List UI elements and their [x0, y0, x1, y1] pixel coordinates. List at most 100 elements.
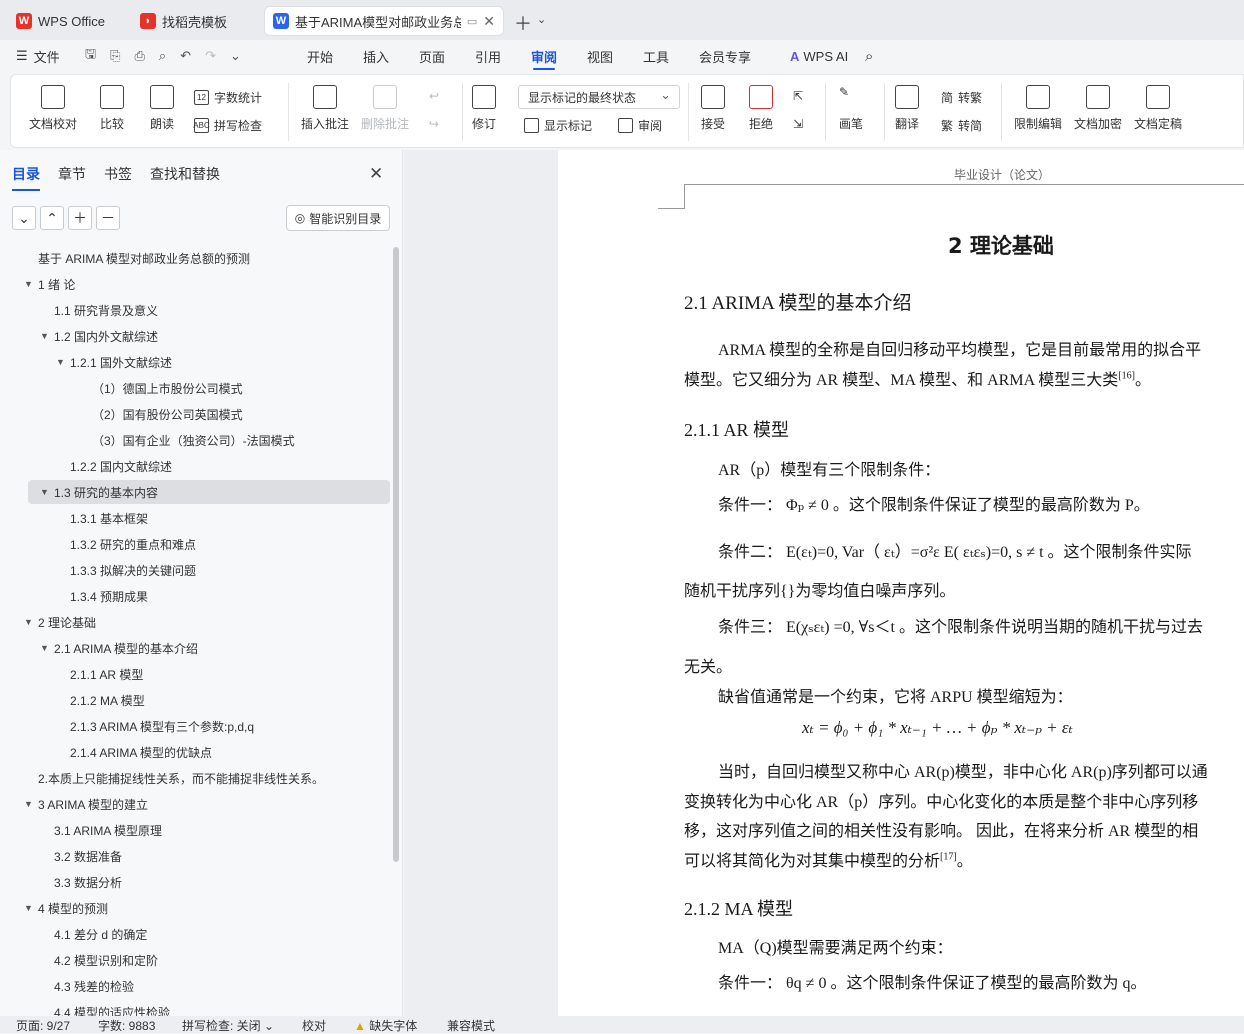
menu-tools[interactable]: 工具	[643, 40, 669, 72]
toc-item[interactable]: 1.3.1 基本框架	[0, 506, 390, 530]
toc-item[interactable]: 2.1.2 MA 模型	[0, 688, 390, 712]
toc-item[interactable]: 3.2 数据准备	[0, 844, 390, 868]
toc-item[interactable]: 1.3.3 拟解决的关键问题	[0, 558, 390, 582]
toc-item[interactable]: 4.3 残差的检验	[0, 974, 390, 998]
prev-change-icon[interactable]: ⇱	[793, 89, 803, 103]
toc-item[interactable]: ▼ 1 绪 论	[0, 272, 390, 296]
toc-expand-icon[interactable]: ▼	[40, 331, 49, 341]
page-indicator[interactable]: 页面: 9/27	[16, 1017, 70, 1034]
toc-item[interactable]: 1.1 研究背景及意义	[0, 298, 390, 322]
toc-item[interactable]: ▼ 4 模型的预测	[0, 896, 390, 920]
show-markup-button[interactable]: 显示标记	[524, 117, 592, 134]
next-comment-icon[interactable]: ↪	[429, 117, 439, 131]
spell-check-status[interactable]: 拼写检查: 关闭 ⌄	[182, 1017, 274, 1034]
spell-check-button[interactable]: ABC 拼写检查	[193, 117, 262, 134]
toc-item[interactable]: 2.1.3 ARIMA 模型有三个参数:p,d,q	[0, 714, 390, 738]
menu-view[interactable]: 视图	[587, 40, 613, 72]
citation[interactable]: [17]	[940, 852, 957, 863]
menu-member[interactable]: 会员专享	[699, 40, 751, 72]
expand-up-button[interactable]: ⌃	[40, 206, 64, 230]
save-icon[interactable]: 🖫	[85, 45, 96, 67]
toc-item[interactable]: 2.本质上只能捕捉线性关系，而不能捕捉非线性关系。	[0, 766, 390, 790]
translate-button[interactable]: 翻译	[895, 85, 919, 132]
wps-ai-button[interactable]: A WPS AI	[790, 40, 848, 72]
toc-scrollbar[interactable]	[393, 247, 399, 862]
redo-icon[interactable]: ↷	[205, 48, 216, 64]
document-page[interactable]: 毕业设计（论文） 2 理论基础 2.1 ARIMA 模型的基本介绍 ARMA 模…	[558, 150, 1244, 1016]
tab-document[interactable]: W 基于ARIMA模型对邮政业务总 ▭ ✕	[264, 6, 504, 36]
restrict-edit-button[interactable]: 限制编辑	[1014, 85, 1062, 132]
menu-insert[interactable]: 插入	[363, 40, 389, 72]
toc-item[interactable]: ▼ 1.2 国内外文献综述	[0, 324, 390, 348]
toc-expand-icon[interactable]: ▼	[24, 903, 33, 913]
close-icon[interactable]: ✕	[369, 164, 383, 184]
word-count-button[interactable]: 12 字数统计	[194, 89, 262, 106]
tab-template[interactable]: ◗ 找稻壳模板	[132, 6, 256, 36]
delete-comment-button[interactable]: 删除批注	[361, 85, 409, 132]
review-pane-button[interactable]: 审阅	[618, 117, 662, 134]
toc-expand-icon[interactable]: ▼	[24, 279, 33, 289]
toc-expand-icon[interactable]: ▼	[40, 643, 49, 653]
menu-start[interactable]: 开始	[307, 40, 333, 72]
collapse-all-button[interactable]: ⌄	[12, 206, 36, 230]
insert-comment-button[interactable]: 插入批注	[301, 85, 349, 132]
toc-item[interactable]: ▼ 1.2.1 国外文献综述	[0, 350, 390, 374]
toc-item[interactable]: 2.1.4 ARIMA 模型的优缺点	[0, 740, 390, 764]
tab-find-replace[interactable]: 查找和替换	[150, 164, 220, 184]
prev-comment-icon[interactable]: ↩	[429, 89, 439, 103]
toc-item[interactable]: ▼ 2 理论基础	[0, 610, 390, 634]
read-aloud-button[interactable]: 朗读	[150, 85, 174, 132]
toc-item[interactable]: ▼ 1.3 研究的基本内容	[28, 480, 390, 504]
undo-icon[interactable]: ↶	[180, 48, 191, 64]
toc-item[interactable]: 4.1 差分 d 的确定	[0, 922, 390, 946]
chevron-down-icon[interactable]: ⌄	[230, 48, 241, 64]
toc-expand-icon[interactable]: ▼	[24, 617, 33, 627]
toc-item[interactable]: （3）国有企业（独资公司）-法国模式	[0, 428, 390, 452]
toc-expand-icon[interactable]: ▼	[40, 487, 49, 497]
smart-toc-button[interactable]: ◎ 智能识别目录	[286, 205, 390, 231]
print-preview-icon[interactable]: ⌕	[159, 48, 166, 64]
toc-item[interactable]: 1.3.4 预期成果	[0, 584, 390, 608]
accept-button[interactable]: 接受	[701, 85, 725, 132]
tab-toc[interactable]: 目录	[12, 164, 40, 191]
menu-reference[interactable]: 引用	[475, 40, 501, 72]
proofread-status[interactable]: 校对	[302, 1017, 326, 1034]
toc-item[interactable]: ▼ 2.1 ARIMA 模型的基本介绍	[0, 636, 390, 660]
toc-item[interactable]: （1）德国上市股份公司模式	[0, 376, 390, 400]
to-traditional-button[interactable]: 简转繁	[941, 89, 982, 106]
missing-font-status[interactable]: ▲ 缺失字体	[354, 1017, 417, 1034]
finalize-button[interactable]: 文档定稿	[1134, 85, 1182, 132]
reject-button[interactable]: 拒绝	[749, 85, 773, 132]
proofread-button[interactable]: 文档校对	[29, 85, 77, 132]
track-changes-button[interactable]: 修订	[472, 85, 496, 132]
search-icon[interactable]: ⌕	[865, 40, 873, 72]
tab-wps-home[interactable]: W WPS Office	[8, 6, 124, 36]
toc-item[interactable]: 3.1 ARIMA 模型原理	[0, 818, 390, 842]
add-heading-button[interactable]: ＋	[68, 206, 92, 230]
toc-item[interactable]: 4.2 模型识别和定阶	[0, 948, 390, 972]
toc-item[interactable]: ▼ 3 ARIMA 模型的建立	[0, 792, 390, 816]
toc-expand-icon[interactable]: ▼	[24, 799, 33, 809]
toc-item[interactable]: 基于 ARIMA 模型对邮政业务总额的预测	[0, 246, 390, 270]
toc-item[interactable]: 1.2.2 国内文献综述	[0, 454, 390, 478]
next-change-icon[interactable]: ⇲	[793, 117, 803, 131]
word-count-indicator[interactable]: 字数: 9883	[98, 1017, 155, 1034]
menu-page[interactable]: 页面	[419, 40, 445, 72]
to-simplified-button[interactable]: 繁转简	[941, 117, 982, 134]
export-icon[interactable]: ⎘	[110, 48, 120, 64]
encrypt-button[interactable]: 文档加密	[1074, 85, 1122, 132]
toc-item[interactable]: 3.3 数据分析	[0, 870, 390, 894]
toc-item[interactable]: 1.3.2 研究的重点和难点	[0, 532, 390, 556]
toc-item[interactable]: 2.1.1 AR 模型	[0, 662, 390, 686]
citation[interactable]: [16]	[1118, 371, 1135, 382]
toc-expand-icon[interactable]: ▼	[56, 357, 65, 367]
tab-sections[interactable]: 章节	[58, 164, 86, 184]
monitor-icon[interactable]: ▭	[467, 15, 477, 28]
remove-heading-button[interactable]: －	[96, 206, 120, 230]
print-icon[interactable]: ⎙	[134, 48, 144, 64]
pen-button[interactable]: ✎ 画笔	[839, 85, 863, 132]
compare-button[interactable]: 比较	[100, 85, 124, 132]
menu-review[interactable]: 审阅	[531, 40, 557, 72]
markup-mode-select[interactable]: 显示标记的最终状态	[518, 85, 680, 109]
tab-bookmarks[interactable]: 书签	[104, 164, 132, 184]
